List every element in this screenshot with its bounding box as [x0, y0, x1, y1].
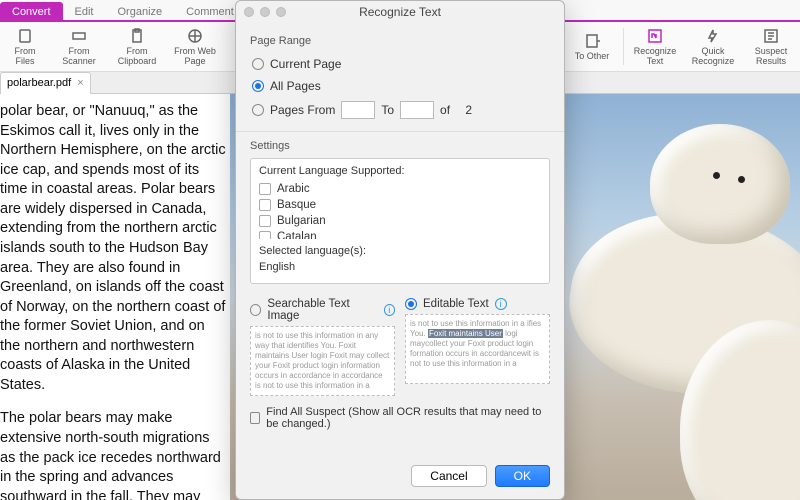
- suspect-icon: [763, 28, 779, 44]
- other-icon: [584, 33, 600, 49]
- pages-to-input[interactable]: [400, 101, 434, 119]
- selected-lang-value: English: [259, 257, 541, 277]
- pages-from-input[interactable]: [341, 101, 375, 119]
- tool-from-web[interactable]: From Web Page: [166, 22, 224, 71]
- ocr-icon: [647, 28, 663, 44]
- lang-supported-label: Current Language Supported:: [259, 165, 541, 177]
- radio-pages-from[interactable]: Pages From To of 2: [250, 97, 550, 123]
- selected-lang-label: Selected language(s):: [259, 245, 541, 257]
- settings-label: Settings: [250, 140, 550, 152]
- info-icon[interactable]: i: [495, 298, 507, 310]
- document-tab[interactable]: polarbear.pdf ×: [0, 72, 91, 94]
- tool-to-other[interactable]: To Other: [563, 22, 621, 71]
- page-range-label: Page Range: [250, 35, 550, 47]
- file-icon: [17, 28, 33, 44]
- find-all-suspect-checkbox[interactable]: Find All Suspect (Show all OCR results t…: [250, 406, 550, 430]
- ok-button[interactable]: OK: [495, 465, 550, 487]
- info-icon[interactable]: i: [384, 304, 395, 316]
- tool-quick-recognize[interactable]: Quick Recognize: [684, 22, 742, 71]
- tool-suspect-results[interactable]: Suspect Results: [742, 22, 800, 71]
- tool-from-files[interactable]: From Files: [0, 22, 50, 71]
- dialog-titlebar: Recognize Text: [236, 1, 564, 23]
- document-text: polar bear, or "Nanuuq," as the Eskimos …: [0, 94, 230, 500]
- radio-editable-text[interactable]: Editable Texti: [405, 298, 550, 314]
- dialog-title: Recognize Text: [236, 5, 564, 19]
- tab-organize[interactable]: Organize: [106, 2, 175, 20]
- preview-editable: is not to use this information in a ifie…: [405, 314, 550, 384]
- recognize-text-dialog: Recognize Text Page Range Current Page A…: [235, 0, 565, 500]
- preview-searchable: is not to use this information in any wa…: [250, 326, 395, 396]
- tab-edit[interactable]: Edit: [63, 2, 106, 20]
- web-icon: [187, 28, 203, 44]
- tool-recognize-text[interactable]: Recognize Text: [626, 22, 684, 71]
- clipboard-icon: [129, 28, 145, 44]
- scanner-icon: [71, 28, 87, 44]
- quick-ocr-icon: [705, 28, 721, 44]
- document-tab-label: polarbear.pdf: [7, 77, 71, 89]
- radio-searchable-text[interactable]: Searchable Text Imagei: [250, 298, 395, 326]
- cancel-button[interactable]: Cancel: [411, 465, 486, 487]
- close-tab-icon[interactable]: ×: [77, 77, 83, 89]
- tool-from-scanner[interactable]: From Scanner: [50, 22, 108, 71]
- tool-from-clipboard[interactable]: From Clipboard: [108, 22, 166, 71]
- radio-current-page[interactable]: Current Page: [250, 53, 550, 75]
- tab-convert[interactable]: Convert: [0, 2, 63, 20]
- radio-all-pages[interactable]: All Pages: [250, 75, 550, 97]
- language-list[interactable]: Arabic Basque Bulgarian Catalan: [259, 181, 541, 239]
